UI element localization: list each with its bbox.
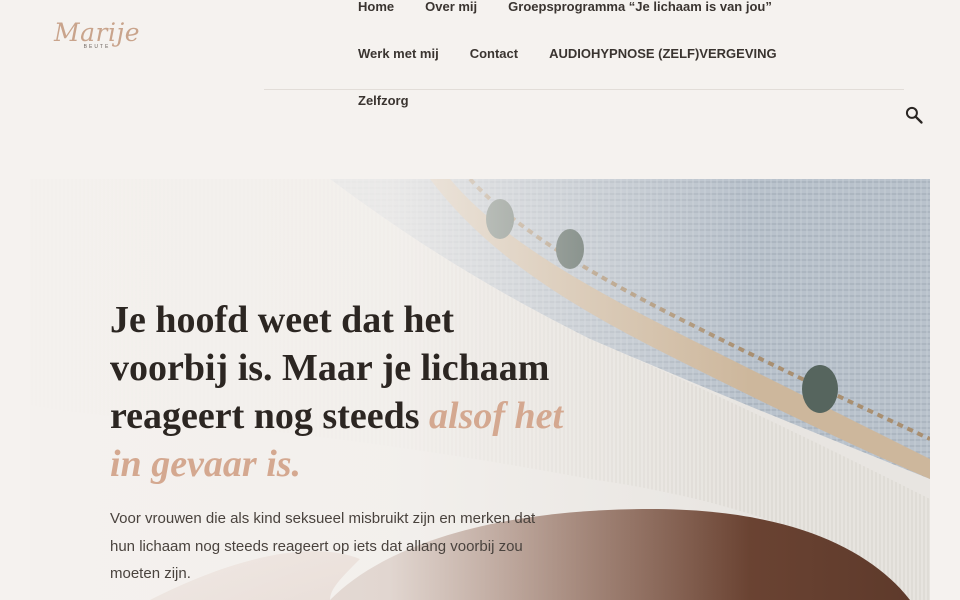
hero-title: Je hoofd weet dat het voorbij is. Maar j… — [110, 296, 580, 488]
logo-name: Marije — [54, 18, 140, 47]
nav-item-contact[interactable]: Contact — [470, 46, 518, 61]
nav-divider — [264, 89, 904, 90]
hero-section: Je hoofd weet dat het voorbij is. Maar j… — [30, 179, 930, 600]
nav-row-2: Werk met mij Contact AUDIOHYPNOSE (ZELF)… — [358, 46, 777, 61]
logo-subtitle: BEUTE — [83, 44, 111, 50]
nav-item-home[interactable]: Home — [358, 0, 394, 14]
nav-row-1: Home Over mij Groepsprogramma “Je lichaa… — [358, 0, 772, 14]
nav-item-werk-met-mij[interactable]: Werk met mij — [358, 46, 439, 61]
nav-item-audiohypnose[interactable]: AUDIOHYPNOSE (ZELF)VERGEVING — [549, 46, 777, 61]
nav-item-groepsprogramma[interactable]: Groepsprogramma “Je lichaam is van jou” — [508, 0, 772, 14]
hero-description: Voor vrouwen die als kind seksueel misbr… — [110, 510, 536, 582]
nav-item-over-mij[interactable]: Over mij — [425, 0, 477, 14]
search-button[interactable] — [903, 104, 925, 126]
search-icon — [905, 106, 923, 124]
nav-item-zelfzorg[interactable]: Zelfzorg — [358, 93, 409, 108]
nav-row-3: Zelfzorg — [358, 93, 409, 108]
site-logo[interactable]: Marije BEUTE — [54, 20, 140, 51]
